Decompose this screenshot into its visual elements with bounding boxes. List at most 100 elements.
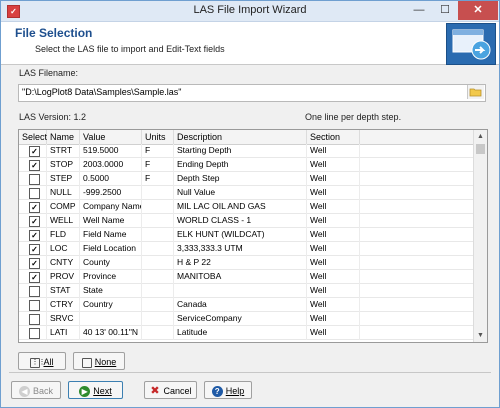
scroll-down-icon[interactable]: ▼ [474,329,487,342]
name-cell[interactable]: COMP [47,200,80,214]
name-cell[interactable]: WELL [47,214,80,228]
table-row[interactable]: ✓ PROV Province MANITOBA Well [19,270,473,284]
value-cell[interactable]: County [80,256,142,270]
column-header-value[interactable]: Value [80,130,142,144]
section-cell[interactable]: Well [307,214,360,228]
select-none-button[interactable]: None [73,352,125,370]
select-checkbox[interactable]: ✓ [29,244,40,255]
section-cell[interactable]: Well [307,172,360,186]
column-header-units[interactable]: Units [142,130,174,144]
value-cell[interactable]: Company Name [80,200,142,214]
select-checkbox[interactable]: ✓ [29,258,40,269]
units-cell[interactable] [142,256,174,270]
select-checkbox[interactable] [29,174,40,185]
units-cell[interactable] [142,200,174,214]
table-row[interactable]: CTRY Country Canada Well [19,298,473,312]
table-row[interactable]: ✓ STOP 2003.0000 F Ending Depth Well [19,158,473,172]
name-cell[interactable]: SRVC [47,312,80,326]
select-checkbox[interactable] [29,188,40,199]
name-cell[interactable]: STAT [47,284,80,298]
select-checkbox[interactable] [29,314,40,325]
table-row[interactable]: ✓ LOC Field Location 3,333,333.3 UTM Well [19,242,473,256]
value-cell[interactable]: Country [80,298,142,312]
units-cell[interactable] [142,186,174,200]
units-cell[interactable] [142,214,174,228]
column-header-name[interactable]: Name [47,130,80,144]
value-cell[interactable]: Field Name [80,228,142,242]
select-checkbox[interactable] [29,286,40,297]
select-checkbox[interactable]: ✓ [29,146,40,157]
description-cell[interactable]: ServiceCompany [174,312,307,326]
units-cell[interactable] [142,228,174,242]
description-cell[interactable]: 3,333,333.3 UTM [174,242,307,256]
name-cell[interactable]: STOP [47,158,80,172]
units-cell[interactable]: F [142,172,174,186]
description-cell[interactable]: Canada [174,298,307,312]
table-row[interactable]: NULL -999.2500 Null Value Well [19,186,473,200]
section-cell[interactable]: Well [307,144,360,158]
description-cell[interactable]: ELK HUNT (WILDCAT) [174,228,307,242]
select-checkbox[interactable]: ✓ [29,216,40,227]
section-cell[interactable]: Well [307,158,360,172]
table-row[interactable]: LATI 40 13' 00.11"N Latitude Well [19,326,473,340]
scroll-up-icon[interactable]: ▲ [474,130,487,143]
name-cell[interactable]: LOC [47,242,80,256]
name-cell[interactable]: NULL [47,186,80,200]
table-row[interactable]: STAT State Well [19,284,473,298]
value-cell[interactable]: Well Name [80,214,142,228]
value-cell[interactable] [80,312,142,326]
select-checkbox[interactable]: ✓ [29,160,40,171]
section-cell[interactable]: Well [307,312,360,326]
name-cell[interactable]: CTRY [47,298,80,312]
description-cell[interactable] [174,284,307,298]
units-cell[interactable] [142,284,174,298]
column-header-description[interactable]: Description [174,130,307,144]
name-cell[interactable]: STEP [47,172,80,186]
table-row[interactable]: ✓ STRT 519.5000 F Starting Depth Well [19,144,473,158]
name-cell[interactable]: PROV [47,270,80,284]
description-cell[interactable]: WORLD CLASS - 1 [174,214,307,228]
value-cell[interactable]: 2003.0000 [80,158,142,172]
value-cell[interactable]: 519.5000 [80,144,142,158]
section-cell[interactable]: Well [307,186,360,200]
description-cell[interactable]: Null Value [174,186,307,200]
table-row[interactable]: STEP 0.5000 F Depth Step Well [19,172,473,186]
units-cell[interactable] [142,326,174,340]
description-cell[interactable]: H & P 22 [174,256,307,270]
cancel-button[interactable]: ✖ Cancel [144,381,197,399]
section-cell[interactable]: Well [307,298,360,312]
las-filename-input[interactable]: "D:\LogPlot8 Data\Samples\Sample.las" [18,84,486,102]
help-button[interactable]: ? Help [204,381,252,399]
table-row[interactable]: ✓ CNTY County H & P 22 Well [19,256,473,270]
next-button[interactable]: ▶ Next [68,381,123,399]
name-cell[interactable]: LATI [47,326,80,340]
value-cell[interactable]: 0.5000 [80,172,142,186]
units-cell[interactable]: F [142,144,174,158]
value-cell[interactable]: Field Location [80,242,142,256]
browse-button[interactable] [467,85,484,99]
table-row[interactable]: ✓ WELL Well Name WORLD CLASS - 1 Well [19,214,473,228]
units-cell[interactable] [142,312,174,326]
description-cell[interactable]: MANITOBA [174,270,307,284]
units-cell[interactable] [142,298,174,312]
table-row[interactable]: ✓ FLD Field Name ELK HUNT (WILDCAT) Well [19,228,473,242]
section-cell[interactable]: Well [307,326,360,340]
units-cell[interactable]: F [142,158,174,172]
column-header-section[interactable]: Section [307,130,360,144]
units-cell[interactable] [142,270,174,284]
select-checkbox[interactable]: ✓ [29,202,40,213]
close-button[interactable]: ✕ [458,1,498,20]
minimize-button[interactable]: — [406,1,432,20]
name-cell[interactable]: STRT [47,144,80,158]
select-checkbox[interactable]: ✓ [29,272,40,283]
section-cell[interactable]: Well [307,284,360,298]
description-cell[interactable]: Ending Depth [174,158,307,172]
value-cell[interactable]: 40 13' 00.11"N [80,326,142,340]
units-cell[interactable] [142,242,174,256]
scroll-thumb[interactable] [476,144,485,154]
description-cell[interactable]: MIL LAC OIL AND GAS [174,200,307,214]
select-checkbox[interactable] [29,300,40,311]
column-header-select[interactable]: Select [19,130,47,144]
section-cell[interactable]: Well [307,270,360,284]
select-checkbox[interactable] [29,328,40,339]
